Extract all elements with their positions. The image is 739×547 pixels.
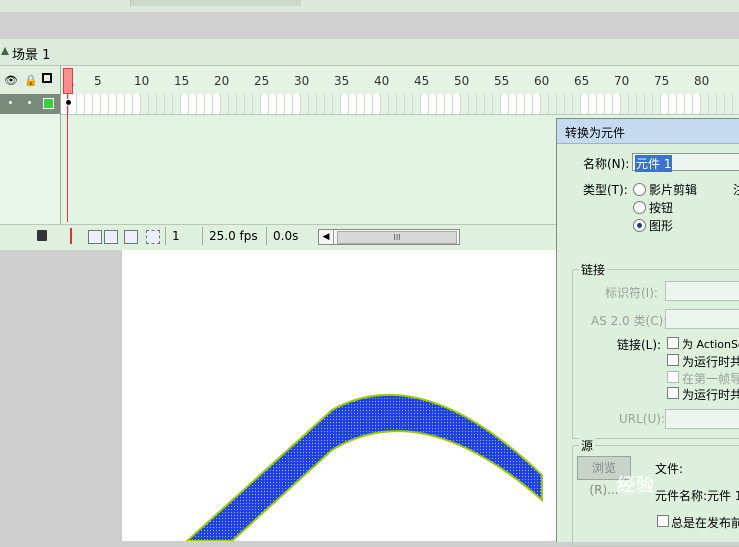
layer-outline-color-icon[interactable]: [43, 98, 54, 109]
ruler-tick: 20: [214, 74, 230, 88]
type-graphic-label[interactable]: 图形: [649, 217, 673, 234]
center-frame-icon[interactable]: [70, 228, 72, 244]
timeline-scrollbar[interactable]: ◀ III: [318, 229, 460, 245]
ruler-tick: 10: [134, 74, 150, 88]
toolbar-segment: [130, 0, 301, 6]
lock-dot-icon[interactable]: [28, 101, 31, 104]
export-first-frame-checkbox[interactable]: [667, 371, 679, 383]
trash-icon[interactable]: [37, 230, 47, 241]
linkage-label: 链接(L):: [617, 338, 662, 352]
export-runtime-sharing-label: 为运行时共: [682, 355, 739, 369]
ruler-tick: 45: [414, 74, 430, 88]
ruler-tick: 30: [294, 74, 310, 88]
frame-span: [220, 94, 260, 114]
import-runtime-sharing-checkbox[interactable]: [667, 387, 679, 399]
stroke-shape[interactable]: [122, 250, 562, 541]
modify-markers-icon[interactable]: [146, 230, 160, 244]
watermark-text: 经验: [617, 475, 655, 496]
url-label: URL(U):: [619, 412, 665, 426]
dialog-title: 转换为元件: [565, 126, 626, 140]
scroll-left-icon[interactable]: ◀: [319, 230, 334, 244]
ruler-tick: 60: [534, 74, 550, 88]
always-update-label: 总是在发布前: [671, 516, 739, 530]
frame-span: [700, 94, 739, 114]
export-runtime-sharing-checkbox[interactable]: [667, 354, 679, 366]
export-actionscript-checkbox[interactable]: [667, 337, 679, 349]
playhead-line: [67, 94, 68, 222]
ruler-tick: 40: [374, 74, 390, 88]
file-label: 文件:: [655, 462, 684, 476]
ruler-tick: 65: [574, 74, 590, 88]
frame-span: [140, 94, 180, 114]
always-update-checkbox[interactable]: [657, 515, 669, 527]
frame-span: [540, 94, 580, 114]
ruler-tick: 55: [494, 74, 510, 88]
name-input[interactable]: 元件 1: [632, 153, 739, 172]
frame-ruler[interactable]: 1 5 10 15 20 25 30 35 40 45 50 55 60 65 …: [61, 66, 739, 95]
name-label: 名称(N):: [583, 157, 630, 171]
current-frame-field: 1: [165, 227, 204, 245]
type-movieclip-radio[interactable]: [633, 183, 646, 196]
fps-field[interactable]: 25.0 fps: [202, 227, 264, 245]
name-value: 元件 1: [635, 155, 673, 172]
type-button-label[interactable]: 按钮: [649, 199, 673, 216]
ruler-tick: 15: [174, 74, 190, 88]
elapsed-time-field: 0.0s: [266, 227, 304, 245]
scene-icon: [1, 47, 9, 55]
scene-label[interactable]: 场景 1: [12, 44, 50, 63]
type-button-radio[interactable]: [633, 201, 646, 214]
ruler-tick: 80: [694, 74, 710, 88]
frame-span: [380, 94, 420, 114]
type-label: 类型(T):: [583, 183, 628, 197]
ruler-tick: 50: [454, 74, 470, 88]
playhead[interactable]: [63, 68, 73, 94]
stage[interactable]: [122, 250, 562, 541]
ruler-tick: 75: [654, 74, 670, 88]
export-first-frame-label: 在第一帧导: [682, 372, 739, 386]
scroll-thumb[interactable]: III: [337, 231, 457, 244]
as2-class-label: AS 2.0 类(C):: [591, 314, 668, 328]
identifier-input[interactable]: [665, 281, 739, 301]
toolbar-area: [0, 12, 739, 40]
convert-to-symbol-dialog: 转换为元件 名称(N): 元件 1 类型(T): 影片剪辑 按钮 图形 注 链接…: [556, 118, 739, 547]
frame-span: [620, 94, 660, 114]
dialog-titlebar[interactable]: 转换为元件: [557, 119, 739, 144]
frame-span: [460, 94, 500, 114]
onion-outline-icon[interactable]: [104, 230, 118, 244]
type-movieclip-label[interactable]: 影片剪辑: [649, 181, 697, 198]
as2-class-input[interactable]: [665, 309, 739, 329]
frames-row[interactable]: [61, 94, 739, 115]
keyframe-icon[interactable]: [65, 99, 72, 106]
ruler-tick: 5: [94, 74, 102, 88]
export-actionscript-label: 为 ActionScr: [682, 338, 739, 351]
visibility-dot-icon[interactable]: [9, 101, 12, 104]
layer-column: 👁 🔒: [0, 66, 61, 226]
layer-header: 👁 🔒: [0, 66, 60, 95]
lock-icon[interactable]: 🔒: [24, 74, 38, 87]
onion-skin-icon[interactable]: [88, 230, 102, 244]
ruler-tick: 25: [254, 74, 270, 88]
type-graphic-radio[interactable]: [633, 219, 646, 232]
symbol-name-label: 元件名称:元件 1: [655, 489, 739, 503]
outline-icon[interactable]: [42, 73, 52, 83]
edit-multiple-frames-icon[interactable]: [124, 230, 138, 244]
url-input[interactable]: [665, 409, 739, 429]
registration-label: 注: [733, 181, 739, 198]
eye-icon[interactable]: 👁: [4, 74, 18, 87]
import-runtime-sharing-label: 为运行时共: [682, 388, 739, 402]
ruler-tick: 35: [334, 74, 350, 88]
layer-row[interactable]: [0, 94, 60, 114]
frame-span: [300, 94, 340, 114]
ruler-tick: 70: [614, 74, 630, 88]
linkage-group-label: 链接: [579, 261, 608, 278]
identifier-label: 标识符(I):: [605, 286, 658, 300]
scene-bar: 场景 1: [0, 39, 739, 66]
source-group-label: 源: [579, 437, 596, 454]
